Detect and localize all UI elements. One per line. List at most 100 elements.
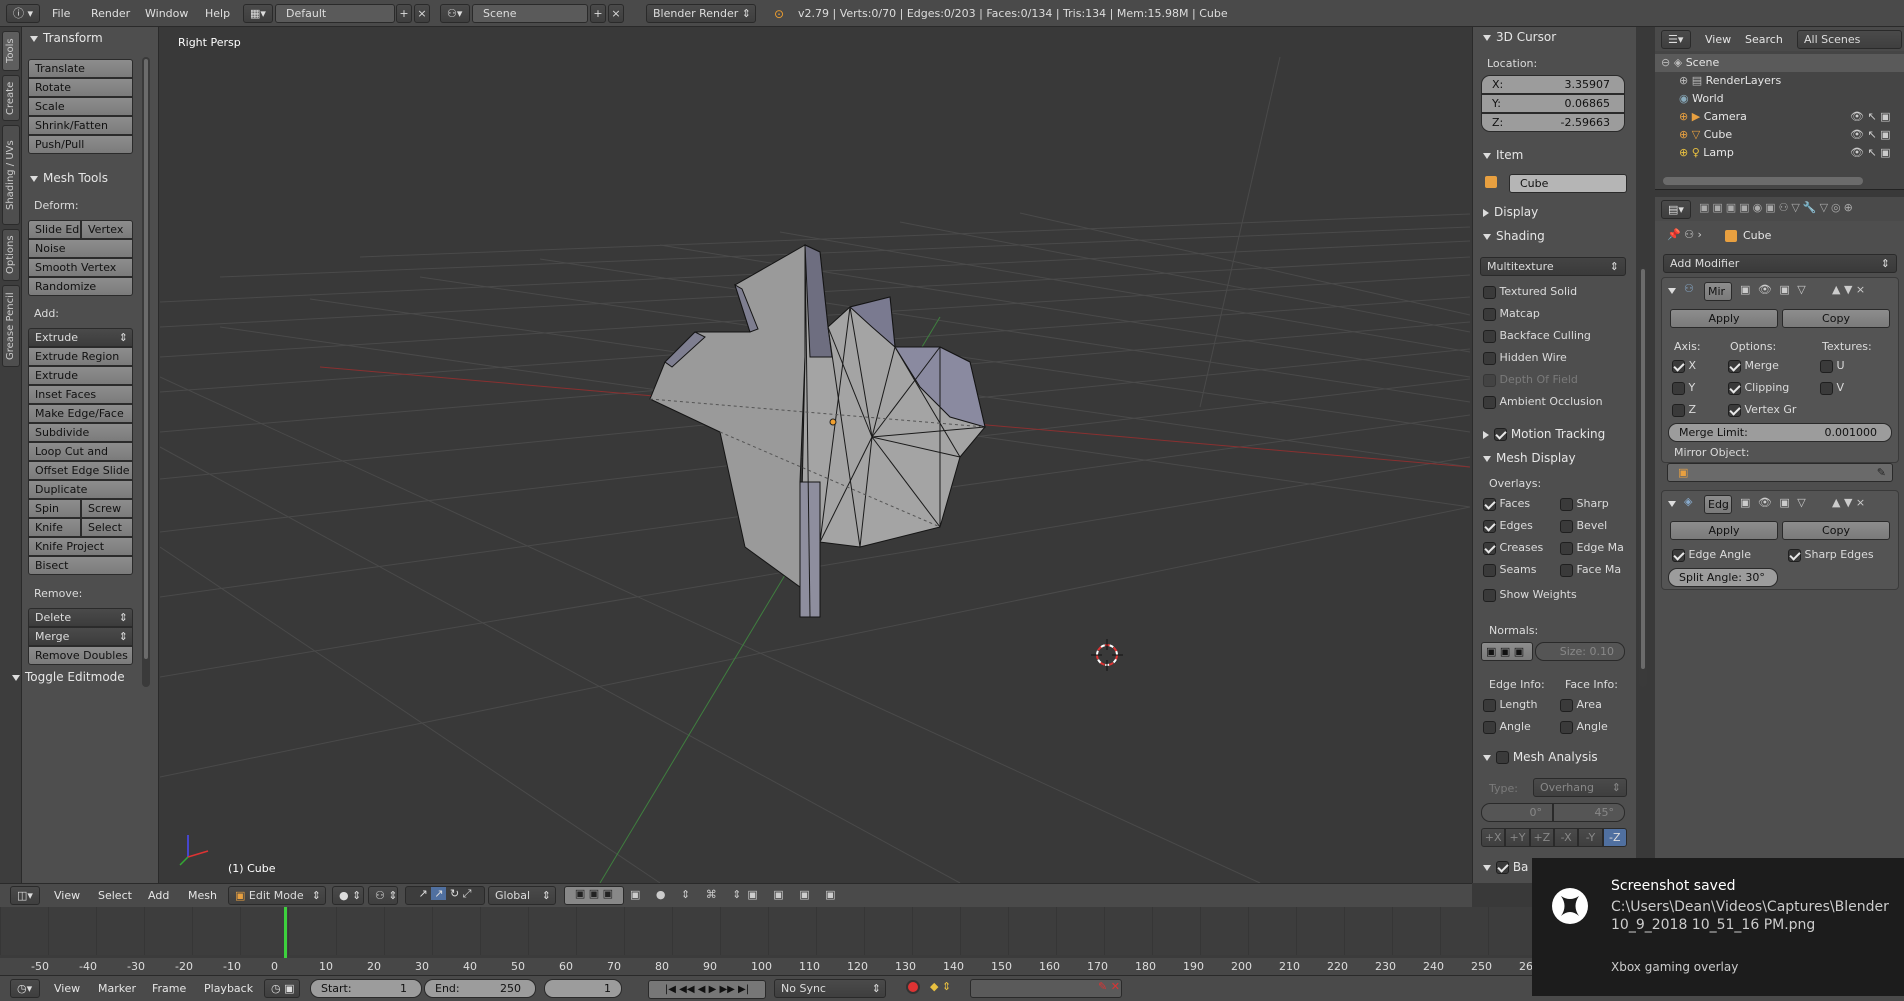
item-panel-header[interactable]: Item xyxy=(1483,145,1523,165)
cursor-y-field[interactable]: Y: 0.06865 xyxy=(1481,94,1625,113)
record-icon[interactable] xyxy=(906,980,920,994)
overlay-creases[interactable]: Creases xyxy=(1483,541,1543,555)
shading-panel-header[interactable]: Shading xyxy=(1483,226,1545,246)
visibility-icons[interactable]: 👁 ↖ ▣ xyxy=(1850,128,1891,141)
mirror-apply-button[interactable]: Apply xyxy=(1670,309,1778,328)
slide-edge-button[interactable]: Slide Ed xyxy=(28,220,81,239)
properties-context-tabs[interactable]: ▣▣▣▣◉▣⚇▽🔧▽◎⊕ xyxy=(1699,201,1856,214)
playback-controls[interactable]: |◀ ◀◀ ◀ ▶ ▶▶ ▶| xyxy=(648,980,766,999)
scene-icon[interactable]: ⚇▾ xyxy=(440,4,470,23)
timeline-playback-menu[interactable]: Playback xyxy=(204,982,253,995)
timeline-view-menu[interactable]: View xyxy=(54,982,80,995)
select-mode-icons[interactable]: ▣ ● ⇕ ⌘ ⇕▣ ▣ ▣ ▣ xyxy=(630,888,841,901)
knife-button[interactable]: Knife xyxy=(28,518,81,537)
layout-field[interactable]: Default xyxy=(275,4,395,23)
slide-vertex-button[interactable]: Vertex xyxy=(81,220,133,239)
make-edge-face-button[interactable]: Make Edge/Face xyxy=(28,404,133,423)
modifier-visibility-icons[interactable]: ▣ 👁 ▣ ▽ xyxy=(1740,496,1808,509)
smooth-vertex-button[interactable]: Smooth Vertex xyxy=(28,258,133,277)
remove-doubles-button[interactable]: Remove Doubles xyxy=(28,646,133,665)
close-layout-icon[interactable]: × xyxy=(414,4,430,23)
overlay-bevel[interactable]: Bevel xyxy=(1560,519,1607,533)
tab-shading-uvs[interactable]: Shading / UVs xyxy=(2,125,20,225)
keyframe-icons[interactable]: ✎ ✕ xyxy=(1098,980,1120,993)
overlay-faces[interactable]: Faces xyxy=(1483,497,1530,511)
edge-split-name-field[interactable]: Edg xyxy=(1704,495,1732,514)
layout-icon[interactable]: ▦▾ xyxy=(243,4,273,23)
mirror-merge-option[interactable]: Merge xyxy=(1728,359,1779,373)
cursor-x-field[interactable]: X: 3.35907 xyxy=(1481,75,1625,94)
sync-select[interactable]: No Sync ⇕ xyxy=(774,979,886,998)
inset-faces-button[interactable]: Inset Faces xyxy=(28,385,133,404)
normals-toggle-buttons[interactable]: ▣ ▣ ▣ xyxy=(1481,642,1533,661)
toggle-editmode-header[interactable]: Toggle Editmode xyxy=(12,667,125,687)
loop-cut-button[interactable]: Loop Cut and Slide xyxy=(28,442,133,475)
scale-button[interactable]: Scale xyxy=(28,97,133,116)
pivot-select-icon[interactable]: ⚇ ⇕ xyxy=(368,886,398,905)
knife-project-button[interactable]: Knife Project xyxy=(28,537,133,556)
outliner-scrollbar[interactable] xyxy=(1663,177,1863,185)
edge-split-copy-button[interactable]: Copy xyxy=(1782,521,1890,540)
timeline-editor-icon[interactable]: ◷▾ xyxy=(10,979,40,998)
viewport-add-menu[interactable]: Add xyxy=(148,889,169,902)
hidden-wire-option[interactable]: Hidden Wire xyxy=(1483,351,1567,365)
mirror-object-field[interactable]: ▣ ✎ xyxy=(1667,463,1893,482)
mesh-tools-panel-header[interactable]: Mesh Tools xyxy=(30,168,108,188)
overlay-edge-marks[interactable]: Edge Ma xyxy=(1560,541,1624,555)
mirror-name-field[interactable]: Mir xyxy=(1704,282,1732,301)
editor-type-button[interactable]: ⓘ ▾ xyxy=(6,4,40,23)
add-scene-icon[interactable]: + xyxy=(590,4,606,23)
properties-editor-icon[interactable]: ▤▾ xyxy=(1661,200,1691,219)
add-modifier-select[interactable]: Add Modifier ⇕ xyxy=(1663,254,1897,273)
tab-grease-pencil[interactable]: Grease Pencil xyxy=(2,285,20,367)
mirror-texture-v[interactable]: V xyxy=(1820,381,1844,395)
shelf-scrollbar[interactable] xyxy=(142,57,150,687)
ambient-occlusion-option[interactable]: Ambient Occlusion xyxy=(1483,395,1603,409)
shading-mode-select[interactable]: Multitexture ⇕ xyxy=(1480,257,1626,276)
shading-select-icon[interactable]: ● ⇕ xyxy=(332,886,364,905)
3d-cursor-panel-header[interactable]: 3D Cursor xyxy=(1483,27,1556,47)
menu-render[interactable]: Render xyxy=(91,0,130,27)
outliner-renderlayers[interactable]: ⊕ ▤ RenderLayers xyxy=(1679,74,1781,87)
outliner-search-menu[interactable]: Search xyxy=(1745,33,1783,46)
motion-tracking-header[interactable]: Motion Tracking xyxy=(1483,424,1605,444)
axis-pos-z[interactable]: +Z xyxy=(1529,828,1554,847)
edge-length-option[interactable]: Length xyxy=(1483,698,1537,712)
axis-neg-z[interactable]: -Z xyxy=(1602,828,1627,847)
viewport-editor-icon[interactable]: ◫▾ xyxy=(10,886,40,905)
extrude-individual-button[interactable]: Extrude Individual xyxy=(28,366,133,399)
edge-angle-option[interactable]: Edge Angle xyxy=(1672,548,1751,562)
outliner-scene[interactable]: ⊖ ◈ Scene xyxy=(1661,56,1719,69)
screw-button[interactable]: Screw xyxy=(81,499,133,518)
menu-help[interactable]: Help xyxy=(205,0,230,27)
background-images-header[interactable]: Ba xyxy=(1483,857,1528,877)
extrude-select[interactable]: Extrude ⇕ xyxy=(28,328,133,347)
matcap-option[interactable]: Matcap xyxy=(1483,307,1540,321)
display-panel-header[interactable]: Display xyxy=(1483,202,1538,222)
preview-range-icon[interactable]: ◷ ▣ xyxy=(264,979,300,998)
shrink-fatten-button[interactable]: Shrink/Fatten xyxy=(28,116,133,135)
axis-neg-x[interactable]: -X xyxy=(1553,828,1579,847)
face-area-option[interactable]: Area xyxy=(1560,698,1602,712)
mesh-display-header[interactable]: Mesh Display xyxy=(1483,448,1576,468)
mirror-axis-x[interactable]: X xyxy=(1672,359,1696,373)
outliner-lamp[interactable]: ⊕ ♀ Lamp xyxy=(1679,146,1734,159)
face-angle-option[interactable]: Angle xyxy=(1560,720,1608,734)
mirror-copy-button[interactable]: Copy xyxy=(1782,309,1890,328)
outliner-cube[interactable]: ⊕ ▽ Cube xyxy=(1679,128,1732,141)
render-engine-select[interactable]: Blender Render ⇕ xyxy=(646,4,756,23)
keying-icon[interactable]: ◆ ⇕ xyxy=(930,980,951,993)
split-angle-field[interactable]: Split Angle: 30° xyxy=(1668,568,1778,587)
outliner-scenes-select[interactable]: All Scenes xyxy=(1797,30,1902,49)
merge-limit-field[interactable]: Merge Limit: 0.001000 xyxy=(1668,423,1892,442)
noise-button[interactable]: Noise xyxy=(28,239,133,258)
axis-pos-y[interactable]: +Y xyxy=(1505,828,1530,847)
manipulator-icons[interactable]: ↗ ↗ ↻ ⤢ xyxy=(405,886,485,905)
offset-edge-slide-button[interactable]: Offset Edge Slide xyxy=(28,461,133,480)
tab-create[interactable]: Create xyxy=(2,75,20,121)
timeline-marker-menu[interactable]: Marker xyxy=(98,982,136,995)
viewport-select-menu[interactable]: Select xyxy=(98,889,132,902)
visibility-icons[interactable]: 👁 ↖ ▣ xyxy=(1850,110,1891,123)
backface-culling-option[interactable]: Backface Culling xyxy=(1483,329,1591,343)
outliner-editor-icon[interactable]: ☰▾ xyxy=(1661,30,1691,49)
